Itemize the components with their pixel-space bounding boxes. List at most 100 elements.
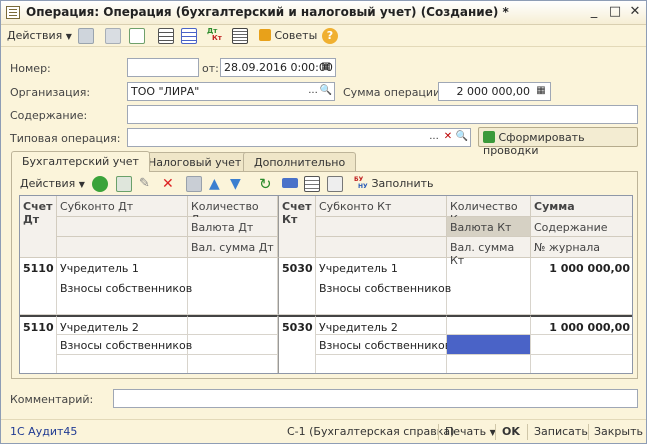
row2-kt-subconto-3[interactable]: [316, 355, 447, 373]
close-button[interactable]: ✕: [626, 4, 644, 21]
row1-kt-account[interactable]: 5030: [278, 258, 316, 315]
save-button[interactable]: Записать: [534, 425, 588, 438]
row2-dt-subconto-2[interactable]: Взносы собственников: [57, 335, 192, 355]
generate-entries-button[interactable]: Сформировать проводки: [478, 127, 638, 157]
header-cur-sum-dt[interactable]: Вал. сумма Дт: [188, 237, 278, 258]
close-form-button[interactable]: Закрыть: [594, 425, 643, 438]
row2-kt-account[interactable]: 5030: [278, 315, 316, 373]
refresh-document-icon[interactable]: [129, 28, 145, 44]
row2-kt-subconto-1[interactable]: Учредитель 2: [316, 315, 447, 335]
header-subconto-dt[interactable]: Субконто Дт: [57, 196, 188, 217]
row1-sum[interactable]: 1 000 000,00: [531, 258, 632, 315]
open-search-icon[interactable]: 🔍: [455, 130, 469, 145]
move-up-icon[interactable]: ▲: [209, 176, 225, 192]
select-ellipsis-icon[interactable]: ...: [306, 84, 320, 99]
fill-button[interactable]: БУ НУ Заполнить: [354, 176, 433, 192]
actions-menu[interactable]: Действия ▼: [7, 28, 72, 44]
tab-accounting[interactable]: Бухгалтерский учет: [11, 151, 150, 172]
window-title: Операция: Операция (бухгалтерский и нало…: [26, 5, 509, 19]
copy-row-icon[interactable]: [116, 176, 132, 192]
row2-qty-dt[interactable]: [188, 315, 278, 335]
tab-additional[interactable]: Дополнительно: [243, 152, 357, 172]
header-cur-sum-kt[interactable]: Вал. сумма Кт: [447, 237, 531, 267]
row1-qty-dt[interactable]: [188, 258, 278, 315]
date-input[interactable]: 28.09.2016 0:00:00 ▦: [220, 58, 336, 77]
header-currency-kt[interactable]: Валюта Кт: [447, 217, 531, 237]
typical-operation-input[interactable]: ... ✕ 🔍: [127, 128, 471, 147]
header-currency-dt[interactable]: Валюта Дт: [188, 217, 278, 237]
row2-qty-kt[interactable]: [447, 315, 531, 335]
row1-dt-account[interactable]: 5110: [20, 258, 57, 315]
filter-icon[interactable]: [304, 176, 320, 192]
print-button[interactable]: Печать ▼: [445, 425, 496, 438]
comment-input[interactable]: [113, 389, 638, 408]
row2-kt-subconto-2[interactable]: Взносы собственников: [316, 335, 451, 355]
minimize-button[interactable]: _: [585, 4, 603, 21]
kt-text: Кт: [212, 34, 222, 42]
grid-actions-menu[interactable]: Действия ▼: [20, 176, 85, 192]
row2-currency-kt-selected[interactable]: [447, 335, 531, 355]
organization-label: Организация:: [10, 86, 91, 99]
edit-pencil-icon[interactable]: ✎: [139, 176, 155, 192]
delete-icon[interactable]: ✕: [162, 176, 178, 192]
header-qty-dt[interactable]: Количество Дт: [188, 196, 278, 226]
tab-tax[interactable]: Налоговый учет: [137, 152, 253, 172]
row2-dt-subconto-3[interactable]: [57, 355, 188, 373]
open-search-icon[interactable]: 🔍: [319, 84, 333, 99]
row1-kt-subconto-1[interactable]: Учредитель 1: [316, 258, 447, 278]
separator: [438, 424, 439, 440]
calendar-icon[interactable]: ▦: [319, 60, 333, 75]
list-view-icon[interactable]: [158, 28, 174, 44]
row2-currency-dt[interactable]: [188, 335, 278, 355]
refresh-icon[interactable]: ↻: [259, 176, 275, 192]
save-disk-icon[interactable]: [78, 28, 94, 44]
end-edit-icon[interactable]: [186, 176, 202, 192]
header-sum[interactable]: Сумма: [531, 196, 632, 217]
organization-value: ТОО "ЛИРА": [131, 85, 200, 98]
header-debit-account[interactable]: Счет Дт: [20, 196, 57, 258]
row2-dt-account[interactable]: 5110: [20, 315, 57, 373]
row2-dt-subconto-1[interactable]: Учредитель 2: [57, 315, 188, 335]
row2-sum[interactable]: 1 000 000,00: [531, 315, 632, 335]
add-row-icon[interactable]: [92, 176, 108, 192]
organization-input[interactable]: ТОО "ЛИРА"... 🔍: [127, 82, 335, 101]
header-qty-kt[interactable]: Количество Кт: [447, 196, 531, 226]
calculator-icon[interactable]: ▦: [534, 84, 548, 99]
sum-input[interactable]: 2 000 000,00 ▦: [438, 82, 551, 101]
row2-cur-sum-kt[interactable]: [447, 355, 531, 373]
selection-icon[interactable]: [282, 178, 298, 188]
row1-dt-subconto-2[interactable]: Взносы собственников: [57, 278, 192, 315]
date-value: 28.09.2016 0:00:00: [224, 61, 333, 74]
select-ellipsis-icon[interactable]: ...: [427, 130, 441, 145]
ok-button[interactable]: OK: [502, 425, 520, 438]
row1-qty-kt[interactable]: [447, 258, 531, 315]
header-content[interactable]: Содержание: [531, 217, 632, 237]
clear-icon[interactable]: ✕: [441, 130, 455, 145]
number-input[interactable]: [127, 58, 199, 77]
header-subconto-kt[interactable]: Субконто Кт: [316, 196, 447, 217]
move-down-icon[interactable]: ▼: [230, 176, 246, 192]
row2-journal[interactable]: [531, 355, 632, 373]
content-input[interactable]: [127, 105, 638, 124]
header-journal[interactable]: № журнала: [531, 237, 632, 258]
row2-content[interactable]: [531, 335, 632, 355]
dt-kt-icon[interactable]: Дт Кт: [207, 28, 223, 44]
copy-icon[interactable]: [105, 28, 121, 44]
tips-button[interactable]: Советы: [259, 28, 317, 44]
row1-kt-subconto-2[interactable]: Взносы собственников: [316, 278, 451, 315]
row1-dt-subconto-1[interactable]: Учредитель 1: [57, 258, 188, 278]
typical-operation-label: Типовая операция:: [10, 132, 121, 145]
structure-icon[interactable]: [181, 28, 197, 44]
chevron-down-icon: ▼: [78, 180, 85, 189]
report-button[interactable]: С-1 (Бухгалтерская справка): [287, 425, 454, 438]
header-credit-account[interactable]: Счет Кт: [278, 196, 316, 258]
row2-cur-sum-dt[interactable]: [188, 355, 278, 373]
maximize-button[interactable]: □: [606, 4, 624, 21]
entries-table[interactable]: Счет Дт Субконто Дт Количество Дт Валюта…: [19, 195, 633, 374]
separator: [588, 424, 589, 440]
help-icon[interactable]: ?: [322, 28, 338, 44]
print-icon[interactable]: [327, 176, 343, 192]
report-icon[interactable]: [232, 28, 248, 44]
operation-window: Операция: Операция (бухгалтерский и нало…: [0, 0, 647, 444]
app-name-link[interactable]: 1С Аудит45: [10, 425, 77, 438]
